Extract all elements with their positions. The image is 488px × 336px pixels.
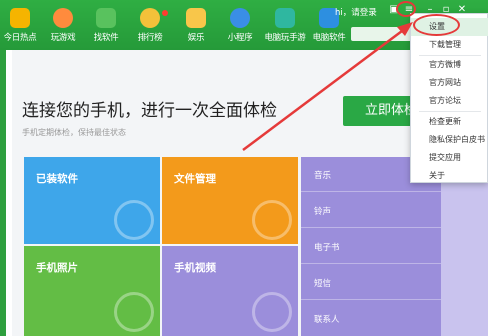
list-item[interactable]: 铃声 [301,193,441,228]
pc-game-icon [275,8,295,28]
menu-item-weibo[interactable]: 官方微博 [411,56,488,74]
list-item-label: 音乐 [314,171,332,181]
nav-label: 电脑软件 [312,33,346,43]
annotation-circle-menu [396,1,416,17]
menu-item-website[interactable]: 官方网站 [411,74,488,92]
folder-icon [252,200,292,240]
list-item-label: 铃声 [314,207,332,217]
menu-item-forum[interactable]: 官方论坛 [411,92,488,110]
page-title: 连接您的手机，进行一次全面体检 [22,101,277,121]
nav-label: 排行榜 [137,33,163,43]
menu-divider [419,111,481,112]
gift-icon [186,8,206,28]
tile-file-manager[interactable]: 文件管理 [162,157,298,244]
menu-item-submit-app[interactable]: 提交应用 [411,149,488,167]
tile-label: 手机照片 [36,262,78,274]
nav-item-mini-programs[interactable]: 小程序 [218,8,262,43]
gamepad-icon [53,8,73,28]
notification-dot [162,10,168,16]
list-item[interactable]: 联系人 [301,301,441,336]
menu-item-download-manager[interactable]: 下载管理 [411,36,488,54]
annotation-circle-settings [413,14,460,36]
menu-item-about[interactable]: 关于 [411,167,488,185]
settings-dropdown-menu: 设置 下载管理 官方微博 官方网站 官方论坛 检查更新 隐私保护白皮书 提交应用… [410,13,488,183]
android-icon [96,8,116,28]
nav-item-games[interactable]: 玩游戏 [41,8,85,43]
photo-icon [114,292,154,332]
list-item-label: 电子书 [314,243,340,253]
nav-item-entertainment[interactable]: 娱乐 [174,8,218,43]
medal-icon [140,8,160,28]
nav-label: 玩游戏 [50,33,76,43]
nav-label: 电脑玩手游 [264,33,306,43]
fire-icon [10,8,30,28]
nav-item-pc-mobile-games[interactable]: 电脑玩手游 [263,8,307,43]
nav-label: 今日热点 [3,33,37,43]
tile-installed-apps[interactable]: 已装软件 [24,157,160,244]
mini-program-icon [230,8,250,28]
menu-item-check-update[interactable]: 检查更新 [411,113,488,131]
nav-label: 娱乐 [187,33,205,43]
list-item-label: 联系人 [314,315,340,325]
menu-item-privacy[interactable]: 隐私保护白皮书 [411,131,488,149]
tile-label: 文件管理 [174,173,216,185]
nav-item-hot[interactable]: 今日热点 [0,8,42,43]
video-icon [252,292,292,332]
tile-label: 已装软件 [36,173,78,185]
tile-phone-photos[interactable]: 手机照片 [24,246,160,336]
login-status[interactable]: hi，请登录 [335,6,377,18]
list-item-label: 短信 [314,279,332,289]
side-strip-inner [6,50,12,336]
nav-label: 小程序 [227,33,253,43]
page-subtitle: 手机定期体检，保持最佳状态 [22,128,126,137]
tile-phone-videos[interactable]: 手机视频 [162,246,298,336]
list-item[interactable]: 电子书 [301,229,441,264]
nav-item-software[interactable]: 找软件 [84,8,128,43]
tile-label: 手机视频 [174,262,216,274]
list-item[interactable]: 短信 [301,265,441,300]
nav-label: 找软件 [93,33,119,43]
apps-icon [114,200,154,240]
